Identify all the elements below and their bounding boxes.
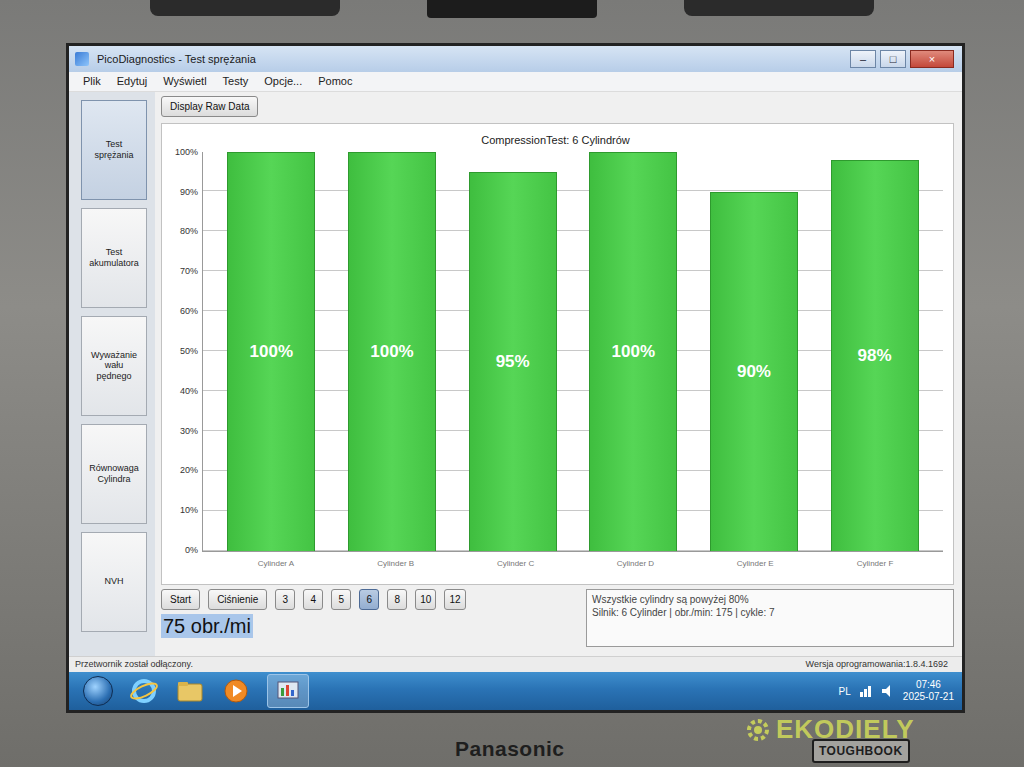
bar-label: 98% xyxy=(858,343,892,369)
chart-bar: 98% xyxy=(831,160,919,551)
cylinder-count-button[interactable]: 5 xyxy=(331,589,351,610)
cylinder-count-button[interactable]: 10 xyxy=(415,589,436,610)
menu-item[interactable]: Wyświetl xyxy=(163,73,206,90)
plot-area: 100% 100% 95% 100% 90% 98% xyxy=(202,152,943,552)
cylinder-count-button[interactable]: 4 xyxy=(303,589,323,610)
menu-bar: Plik Edytuj Wyświetl Testy Opcje... Pomoc xyxy=(69,72,962,92)
gear-icon xyxy=(744,716,772,744)
x-label: Cylinder D xyxy=(591,558,679,572)
info-box: Wszystkie cylindry są powyżej 80%Silnik:… xyxy=(586,589,954,647)
y-tick: 20% xyxy=(168,464,198,478)
screen: PicoDiagnostics - Test sprężania–□×PlikE… xyxy=(66,43,965,713)
taskbar-item[interactable] xyxy=(221,676,251,706)
menu-item[interactable]: Testy xyxy=(223,73,249,90)
sidebar: Test sprężania Test akumulatora Wyważanie … xyxy=(69,92,155,657)
menu-item[interactable]: Opcje... xyxy=(264,73,302,90)
y-tick: 50% xyxy=(168,345,198,359)
y-tick: 10% xyxy=(168,504,198,518)
language-indicator[interactable]: PL xyxy=(839,684,851,699)
chart-bar: 100% xyxy=(589,152,677,551)
x-label: Cylinder A xyxy=(232,558,320,572)
bar-label: 95% xyxy=(496,349,530,375)
watermark: EKODIELY xyxy=(744,710,915,749)
minimize-button[interactable]: – xyxy=(850,50,876,68)
cylinder-count-button[interactable]: 3 xyxy=(275,589,295,610)
close-button[interactable]: × xyxy=(910,50,954,68)
maximize-button[interactable]: □ xyxy=(880,50,906,68)
menu-item[interactable]: Pomoc xyxy=(318,73,352,90)
chart-title: CompressionTest: 6 Cylindrów xyxy=(168,132,943,148)
app-icon xyxy=(75,52,89,66)
cylinder-count-button[interactable]: 12 xyxy=(444,589,465,610)
hinge xyxy=(150,0,340,16)
taskbar: PL 07:462025-07-21 xyxy=(69,672,962,710)
x-label: Cylinder B xyxy=(352,558,440,572)
raw-data-button[interactable]: Display Raw Data xyxy=(161,96,258,117)
y-axis: 100% 90% 80% 70% 60% 50% 40% 30% 20% 10% 0% xyxy=(168,146,202,558)
rpm-display: 75 obr./mi xyxy=(161,614,253,638)
chart-bar: 100% xyxy=(227,152,315,551)
compression-chart: CompressionTest: 6 Cylindrów100%90%80%70… xyxy=(161,123,954,585)
y-tick: 90% xyxy=(168,186,198,200)
x-label: Cylinder F xyxy=(831,558,919,572)
cylinder-count-button[interactable]: 6 xyxy=(359,589,379,610)
media-player-icon xyxy=(221,676,251,706)
sidebar-item[interactable]: Test sprężania xyxy=(81,100,147,200)
sidebar-item[interactable]: Wyważanie wału pędnego xyxy=(81,316,147,416)
cylinder-count-button[interactable]: 8 xyxy=(387,589,407,610)
menu-item[interactable]: Plik xyxy=(83,73,101,90)
network-icon xyxy=(859,684,873,698)
y-tick: 40% xyxy=(168,385,198,399)
chart-bar: 90% xyxy=(710,192,798,551)
chart-bar: 100% xyxy=(348,152,436,551)
bar-label: 90% xyxy=(737,359,771,385)
y-tick: 30% xyxy=(168,425,198,439)
start-button[interactable] xyxy=(83,676,113,706)
sidebar-item[interactable]: Test akumulatora xyxy=(81,208,147,308)
y-tick: 60% xyxy=(168,305,198,319)
time: 07:46 xyxy=(903,679,954,692)
title-bar: PicoDiagnostics - Test sprężania–□× xyxy=(69,46,962,72)
watermark-text: EKODIELY xyxy=(776,710,915,749)
start-button[interactable]: Start xyxy=(161,589,200,610)
laptop-frame: PicoDiagnostics - Test sprężania–□×PlikE… xyxy=(0,0,1024,767)
status-bar: Przetwornik został odłączony. Wersja opro… xyxy=(69,656,962,672)
folder-icon xyxy=(175,676,205,706)
system-tray: PL 07:462025-07-21 xyxy=(839,679,954,704)
y-tick: 80% xyxy=(168,225,198,239)
sidebar-item[interactable]: NVH xyxy=(81,532,147,632)
status-right: Wersja oprogramowania:1.8.4.1692 xyxy=(806,658,948,672)
pressure-button[interactable]: Ciśnienie xyxy=(208,589,267,610)
info-line: Wszystkie cylindry są powyżej 80% xyxy=(592,593,948,607)
volume-icon xyxy=(881,684,895,698)
bar-label: 100% xyxy=(612,339,655,365)
y-tick: 70% xyxy=(168,265,198,279)
info-line: Silnik: 6 Cylinder | obr./min: 175 | cyk… xyxy=(592,606,948,620)
taskbar-item[interactable] xyxy=(267,674,309,708)
sidebar-item[interactable]: Równowaga Cylindra xyxy=(81,424,147,524)
clock[interactable]: 07:462025-07-21 xyxy=(903,679,954,704)
hinge xyxy=(427,0,597,18)
taskbar-item[interactable] xyxy=(129,676,159,706)
y-tick: 100% xyxy=(168,146,198,160)
x-label: Cylinder E xyxy=(711,558,799,572)
menu-item[interactable]: Edytuj xyxy=(117,73,148,90)
date: 2025-07-21 xyxy=(903,691,954,704)
bar-label: 100% xyxy=(370,339,413,365)
chart-bar: 95% xyxy=(469,172,557,551)
bar-label: 100% xyxy=(250,339,293,365)
y-tick: 0% xyxy=(168,544,198,558)
x-label: Cylinder C xyxy=(472,558,560,572)
app-icon xyxy=(273,676,303,706)
taskbar-item[interactable] xyxy=(175,676,205,706)
status-left: Przetwornik został odłączony. xyxy=(75,658,193,672)
window-title: PicoDiagnostics - Test sprężania xyxy=(97,51,842,68)
browser-icon xyxy=(129,676,159,706)
hinge xyxy=(684,0,874,16)
